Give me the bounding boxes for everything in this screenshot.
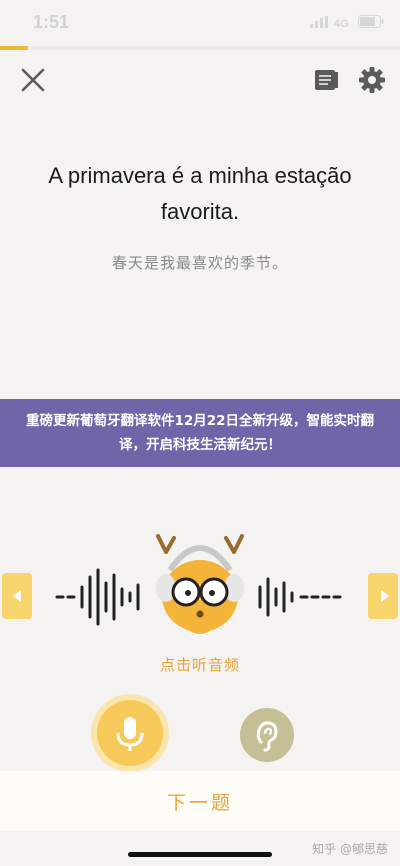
next-question-button[interactable]: 下一题 [0, 771, 400, 831]
lesson-progress [0, 46, 400, 50]
lesson-progress-fill [0, 46, 28, 50]
lesson-sentence: A primavera é a minha estação favorita. [48, 163, 352, 224]
listen-ear-button[interactable] [240, 708, 294, 762]
next-question-label: 下一题 [166, 791, 233, 814]
tap-to-listen-label[interactable]: 点击听音频 [100, 654, 300, 675]
status-icons: 4G [310, 15, 384, 28]
arrow-left-icon [13, 590, 21, 602]
watermark: 知乎 @郇思慈 [312, 842, 388, 856]
lesson-translation: 春天是我最喜欢的季节。 [111, 254, 288, 272]
arrow-right-icon [381, 590, 389, 602]
home-indicator[interactable] [128, 852, 272, 857]
close-icon[interactable] [19, 66, 47, 94]
deer-mascot-icon[interactable] [148, 530, 252, 642]
prev-button[interactable] [2, 573, 32, 619]
next-arrow-button[interactable] [368, 573, 398, 619]
notebook-icon[interactable] [313, 66, 341, 94]
news-banner: 重磅更新葡萄牙翻译软件12月22日全新升级，智能实时翻译，开启科技生活新纪元！ [0, 399, 400, 467]
status-time: 1:51 [33, 12, 70, 32]
battery-icon [358, 15, 384, 28]
ear-icon [256, 721, 278, 752]
gear-icon[interactable] [358, 66, 386, 94]
signal-icon [310, 15, 328, 28]
network-icon: 4G [334, 18, 349, 28]
svg-text:4G: 4G [334, 18, 349, 28]
status-bar: 1:51 4G [0, 0, 400, 46]
microphone-icon [116, 717, 144, 751]
microphone-button[interactable] [97, 700, 163, 766]
